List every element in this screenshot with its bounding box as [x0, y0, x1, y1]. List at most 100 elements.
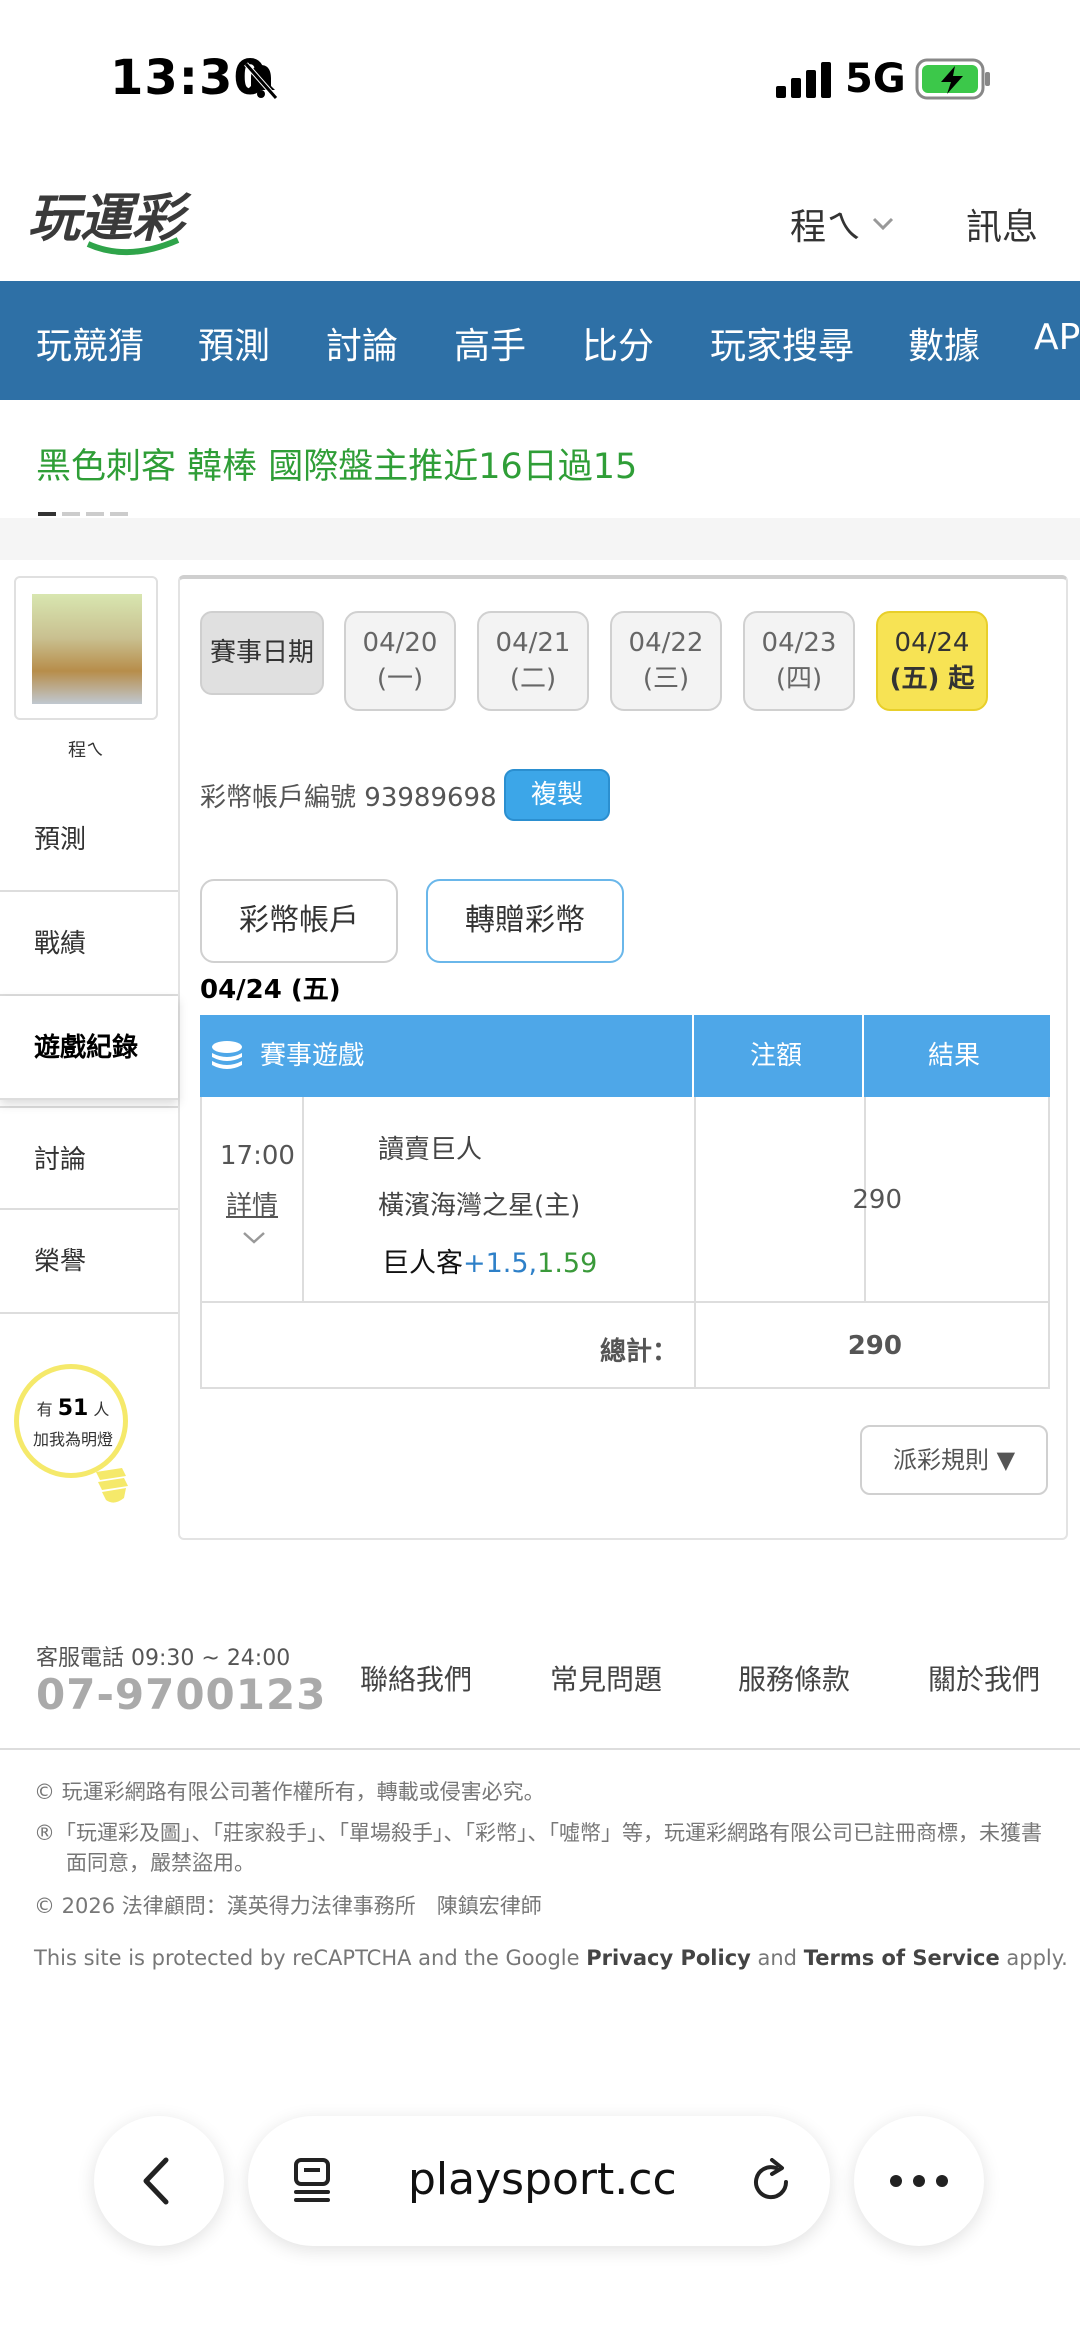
- main-nav: 玩競猜 預測 討論 高手 比分 玩家搜尋 數據 APP: [0, 281, 1080, 400]
- table-total-row: 總計： 290: [200, 1303, 1050, 1389]
- date-text: 04/20: [362, 628, 438, 658]
- divider-band: [0, 518, 1080, 560]
- footer-link-faq[interactable]: 常見問題: [550, 1658, 662, 1698]
- terms-of-service-link[interactable]: Terms of Service: [804, 1946, 1000, 1970]
- sidebar-item-record[interactable]: 戰績: [0, 892, 178, 996]
- messages-link[interactable]: 訊息: [966, 198, 1038, 250]
- chevron-down-icon: [872, 217, 894, 231]
- headline-marquee[interactable]: 黑色刺客 韓棒 國際盤主推近16日過15: [0, 400, 1080, 518]
- sidebar-item-honor[interactable]: 榮譽: [0, 1210, 178, 1314]
- tabs-icon[interactable]: [290, 2156, 338, 2204]
- footer-link-about[interactable]: 關於我們: [928, 1658, 1040, 1698]
- header-game: 賽事遊戲: [260, 1041, 365, 1071]
- sidebar-item-predict[interactable]: 預測: [0, 788, 178, 892]
- copy-button[interactable]: 複製: [504, 769, 610, 821]
- carousel-dot[interactable]: [110, 512, 128, 516]
- recaptcha-notice: This site is protected by reCAPTCHA and …: [34, 1946, 1068, 1970]
- site-footer: 客服電話 09:30 ~ 24:00 07-9700123 聯絡我們 常見問題 …: [0, 1620, 1080, 2020]
- nav-item-player-search[interactable]: 玩家搜尋: [710, 317, 854, 369]
- status-bar: 13:30 5G: [0, 0, 1080, 160]
- coins-icon: [212, 1041, 242, 1069]
- carousel-dot[interactable]: [86, 512, 104, 516]
- footer-divider: [0, 1748, 1080, 1750]
- date-text: 04/21: [495, 628, 571, 658]
- signal-icon: [776, 62, 831, 98]
- avatar-image: [32, 594, 142, 704]
- footer-link-contact[interactable]: 聯絡我們: [360, 1658, 472, 1698]
- profile-sidebar: 程ㄟ 預測 戰績 遊戲紀錄 討論 榮譽 有 51 人 加我為明燈: [0, 560, 178, 1560]
- bulb-base-icon: [96, 1468, 128, 1503]
- nav-item-data[interactable]: 數據: [908, 317, 980, 369]
- site-header: 玩運彩 程ㄟ 訊息: [0, 160, 1080, 280]
- date-button[interactable]: 04/20 (一): [344, 611, 456, 711]
- chevron-left-icon: [143, 2157, 169, 2205]
- more-dots-icon: [890, 2175, 948, 2187]
- coin-account-button[interactable]: 彩幣帳戶: [200, 879, 398, 963]
- payout-rules-button[interactable]: 派彩規則 ▼: [860, 1425, 1048, 1495]
- date-button-active[interactable]: 04/24 (五) 起: [876, 611, 988, 711]
- home-team: 橫濱海灣之星(主): [378, 1191, 581, 1221]
- lightbulb-follow-badge[interactable]: 有 51 人 加我為明燈: [8, 1360, 138, 1510]
- nav-item-app[interactable]: APP: [1034, 317, 1080, 358]
- header-divider: [862, 1015, 864, 1097]
- weekday-text: (五) 起: [889, 664, 975, 694]
- transfer-coins-button[interactable]: 轉贈彩幣: [426, 879, 624, 963]
- date-button[interactable]: 04/22 (三): [610, 611, 722, 711]
- coin-account-id: 彩幣帳戶編號 93989698: [200, 783, 497, 813]
- headline-text[interactable]: 黑色刺客 韓棒 國際盤主推近16日過15: [36, 438, 637, 489]
- network-type: 5G: [845, 56, 906, 102]
- footer-link-terms[interactable]: 服務條款: [738, 1658, 850, 1698]
- bell-muted-icon: [244, 62, 278, 100]
- total-label: 總計：: [600, 1337, 679, 1367]
- avatar[interactable]: [14, 576, 158, 720]
- carousel-dot[interactable]: [62, 512, 80, 516]
- nav-item-guess[interactable]: 玩競猜: [36, 317, 144, 369]
- copyright-notice: © 玩運彩網路有限公司著作權所有，轉載或侵害必究。: [34, 1780, 545, 1804]
- battery-charging-icon: [915, 58, 990, 100]
- cell-divider: [302, 1097, 304, 1303]
- game-time: 17:00: [220, 1141, 295, 1171]
- chevron-down-icon[interactable]: [242, 1231, 266, 1245]
- lightbulb-icon: [14, 1364, 128, 1478]
- carousel-dots: [38, 512, 128, 516]
- hotline-number[interactable]: 07-9700123: [36, 1670, 326, 1719]
- user-menu[interactable]: 程ㄟ: [790, 198, 894, 250]
- header-divider: [692, 1015, 694, 1097]
- day-title: 04/24 (五): [200, 975, 341, 1005]
- sidebar-item-discuss[interactable]: 討論: [0, 1106, 178, 1210]
- back-button[interactable]: [94, 2116, 224, 2246]
- date-button[interactable]: 04/21 (二): [477, 611, 589, 711]
- hotline-label: 客服電話 09:30 ~ 24:00: [36, 1646, 291, 1671]
- privacy-policy-link[interactable]: Privacy Policy: [586, 1946, 751, 1970]
- url-text[interactable]: playsport.cc: [408, 2154, 677, 2205]
- header-amount: 注額: [750, 1041, 803, 1071]
- total-value: 290: [847, 1331, 902, 1361]
- detail-link[interactable]: 詳情: [226, 1185, 278, 1222]
- carousel-dot[interactable]: [38, 512, 56, 516]
- nav-item-experts[interactable]: 高手: [454, 317, 526, 369]
- follower-count: 有 51 人: [36, 1396, 110, 1421]
- address-bar[interactable]: playsport.cc: [248, 2116, 830, 2246]
- nav-item-scores[interactable]: 比分: [582, 317, 654, 369]
- user-name: 程ㄟ: [790, 207, 863, 248]
- cell-divider: [694, 1097, 696, 1303]
- away-team: 讀賣巨人: [378, 1135, 483, 1165]
- browser-toolbar: playsport.cc: [0, 2100, 1080, 2341]
- reload-icon[interactable]: [748, 2158, 794, 2204]
- trademark-notice: ®「玩運彩及圖」、「莊家殺手」、「單場殺手」、「彩幣」、「噓幣」等，玩運彩網路有…: [34, 1821, 1042, 1875]
- weekday-text: (一): [376, 664, 424, 694]
- svg-text:玩運彩: 玩運彩: [28, 189, 192, 249]
- table-header: 賽事遊戲 注額 結果: [200, 1015, 1050, 1097]
- site-logo[interactable]: 玩運彩: [28, 182, 228, 262]
- date-button[interactable]: 04/23 (四): [743, 611, 855, 711]
- more-options-button[interactable]: [854, 2116, 984, 2246]
- nav-item-predict[interactable]: 預測: [198, 317, 270, 369]
- game-record-panel: 賽事日期 04/20 (一) 04/21 (二) 04/22 (三) 04/23…: [178, 575, 1068, 1540]
- table-row: 17:00 詳情 讀賣巨人 橫濱海灣之星(主) 巨人客+1.5,1.59 290: [200, 1097, 1050, 1303]
- sidebar-item-game-history[interactable]: 遊戲紀錄: [0, 996, 178, 1100]
- weekday-text: (二): [509, 664, 557, 694]
- date-text: 04/23: [761, 628, 837, 658]
- nav-item-discuss[interactable]: 討論: [326, 317, 398, 369]
- cell-divider: [694, 1303, 696, 1389]
- weekday-text: (四): [775, 664, 823, 694]
